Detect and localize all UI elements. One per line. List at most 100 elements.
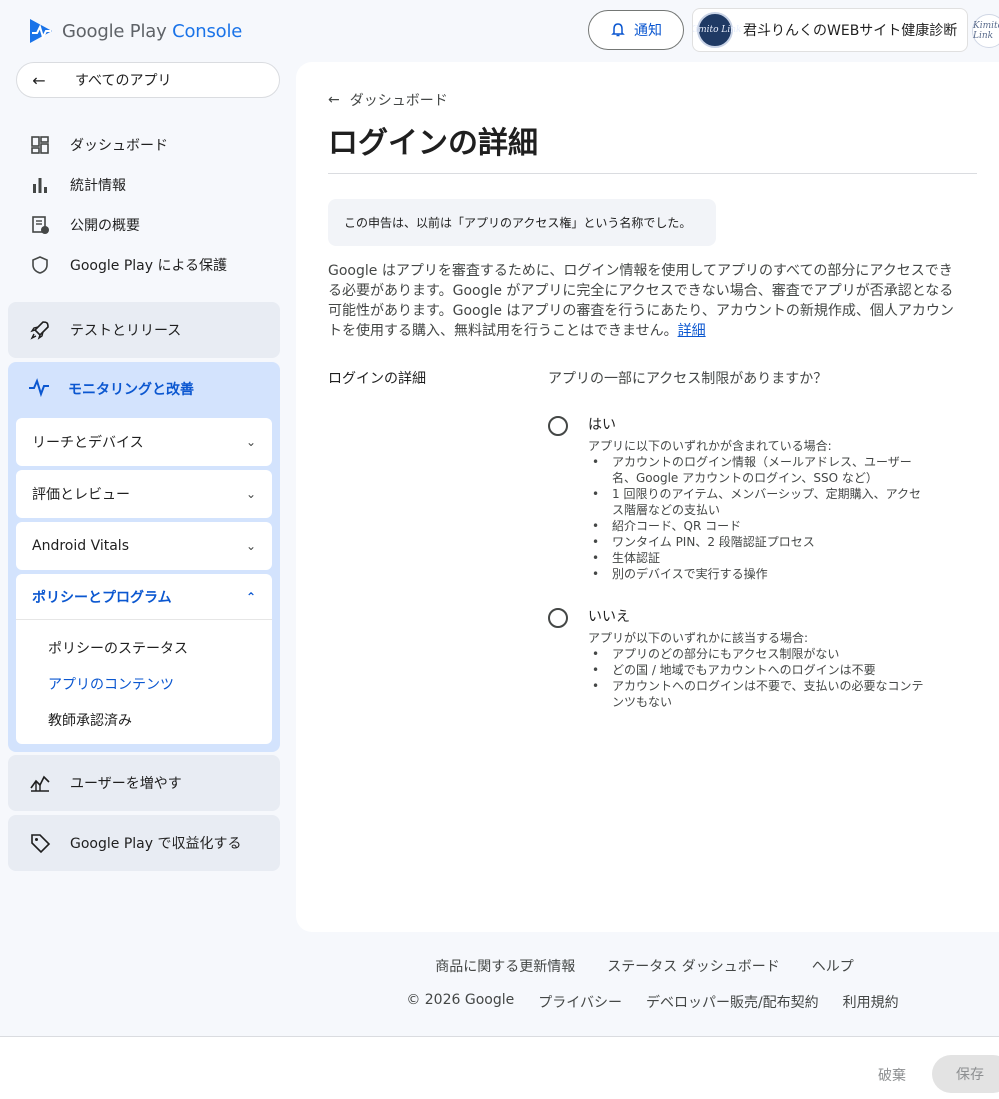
notifications-label: 通知 [634,23,662,39]
list-item: アプリのどの部分にもアクセス制限がない [588,646,928,662]
bell-icon [611,23,625,37]
publish-overview-icon [28,213,52,237]
option-no: いいえ アプリが以下のいずれかに該当する場合: アプリのどの部分にもアクセス制限… [548,606,928,710]
sidebar-item-label: リーチとデバイス [32,435,144,451]
arrow-left-icon: ← [328,92,340,108]
policy-group-header[interactable]: ポリシーとプログラム ⌃ [16,574,272,620]
shield-icon [28,253,52,277]
growth-icon [28,771,52,795]
chevron-up-icon: ⌃ [245,589,256,604]
sidebar-item-label: 公開の概要 [70,218,140,234]
monitor-section-header[interactable]: モニタリングと改善 [28,376,194,402]
chevron-down-icon: ⌄ [245,487,256,501]
option-list: アカウントのログイン情報（メールアドレス、ユーザー名、Google アカウントの… [588,454,928,582]
list-item: ワンタイム PIN、2 段階認証プロセス [588,534,928,550]
notice-banner: この申告は、以前は「アプリのアクセス権」という名称でした。 [328,199,716,246]
field-label: ログインの詳細 [328,371,426,387]
sidebar-item-teacher-approved[interactable]: 教師承認済み [48,710,132,730]
all-apps-button[interactable]: ← すべてのアプリ [16,62,280,98]
radio-yes[interactable] [548,416,568,436]
sidebar-item-label: ダッシュボード [70,138,168,154]
list-item: アカウントへのログインは不要で、支払いの必要なコンテンツもない [588,678,928,710]
tag-icon [28,831,52,855]
user-avatar[interactable]: Kimito Link [972,14,999,48]
copyright: © 2026 Google [406,992,515,1008]
sidebar-section-test-release[interactable]: テストとリリース [8,302,280,358]
option-subtitle: アプリが以下のいずれかに該当する場合: [588,631,809,645]
save-button[interactable]: 保存 [932,1055,999,1093]
sidebar-item-app-content[interactable]: アプリのコンテンツ [48,674,174,694]
main-content-card: ← ダッシュボード ログインの詳細 この申告は、以前は「アプリのアクセス権」とい… [296,62,999,932]
chevron-down-icon: ⌄ [245,539,256,553]
breadcrumb-label: ダッシュボード [349,93,448,109]
section-label: モニタリングと改善 [68,382,194,398]
dashboard-icon [28,133,52,157]
pulse-icon [28,376,50,402]
sidebar-section-grow-users[interactable]: ユーザーを増やす [8,755,280,811]
sidebar-item-label: Android Vitals [32,538,129,554]
account-avatar: Kimito Link [693,12,742,48]
footer-link-updates[interactable]: 商品に関する更新情報 [435,956,575,976]
option-yes-content: はい アプリに以下のいずれかが含まれている場合: アカウントのログイン情報（メー… [588,414,928,582]
logo-text: Google Play Console [62,20,243,42]
notice-text: この申告は、以前は「アプリのアクセス権」という名称でした。 [344,216,692,230]
section-label: ユーザーを増やす [70,776,182,792]
sidebar-item-publishing-overview[interactable]: 公開の概要 [20,207,280,243]
all-apps-label: すべてのアプリ [75,73,172,89]
bar-chart-icon [28,173,52,197]
footer-link-dda[interactable]: デベロッパー販売/配布契約 [646,992,819,1012]
list-item: 生体認証 [588,550,928,566]
list-item: 1 回限りのアイテム、メンバーシップ、定期購入、アクセス階層などの支払い [588,486,928,518]
chevron-down-icon: ⌄ [245,435,256,449]
option-no-content: いいえ アプリが以下のいずれかに該当する場合: アプリのどの部分にもアクセス制限… [588,606,928,710]
sidebar-item-reach-devices[interactable]: リーチとデバイス ⌄ [16,418,272,466]
learn-more-link[interactable]: 詳細 [678,323,706,339]
sidebar-section-monetize[interactable]: Google Play で収益化する [8,815,280,871]
arrow-left-icon: ← [32,70,46,90]
page-title: ログインの詳細 [328,126,538,161]
option-title[interactable]: はい [588,414,928,434]
page-description: Google はアプリを審査するために、ログイン情報を使用してアプリのすべての部… [328,261,958,341]
list-item: 紹介コード、QR コード [588,518,928,534]
sidebar-item-label: 統計情報 [70,178,126,194]
sidebar-item-label: ポリシーとプログラム [32,589,172,606]
access-restriction-question: アプリの一部にアクセス制限がありますか？ [548,371,828,387]
sidebar-group-policy: ポリシーとプログラム ⌃ ポリシーのステータス アプリのコンテンツ 教師承認済み [16,574,272,744]
title-divider [328,173,977,174]
sidebar-item-label: 評価とレビュー [32,487,130,503]
sidebar-section-monitor: モニタリングと改善 リーチとデバイス ⌄ 評価とレビュー ⌄ Android V… [8,362,280,752]
footer-link-help[interactable]: ヘルプ [812,956,854,976]
list-item: 別のデバイスで実行する操作 [588,566,928,582]
radio-no[interactable] [548,608,568,628]
sidebar-item-ratings-reviews[interactable]: 評価とレビュー ⌄ [16,470,272,518]
footer-link-terms[interactable]: 利用規約 [843,992,899,1012]
breadcrumb[interactable]: ← ダッシュボード [328,90,448,110]
play-console-logo-icon [30,19,52,43]
notifications-button[interactable]: 通知 [588,10,684,50]
action-bar: 破棄 保存 [0,1036,999,1099]
sidebar-item-policy-status[interactable]: ポリシーのステータス [48,638,188,658]
list-item: アカウントのログイン情報（メールアドレス、ユーザー名、Google アカウントの… [588,454,928,486]
description-text: Google はアプリを審査するために、ログイン情報を使用してアプリのすべての部… [328,263,954,339]
sidebar-item-dashboard[interactable]: ダッシュボード [20,127,280,163]
option-title[interactable]: いいえ [588,606,928,626]
discard-button[interactable]: 破棄 [878,1065,906,1085]
list-item: どの国 / 地域でもアカウントへのログインは不要 [588,662,928,678]
footer-link-privacy[interactable]: プライバシー [538,992,622,1012]
sidebar-item-android-vitals[interactable]: Android Vitals ⌄ [16,522,272,570]
sidebar-item-label: Google Play による保護 [70,258,228,274]
sidebar-item-play-protect[interactable]: Google Play による保護 [20,247,280,283]
section-label: Google Play で収益化する [70,836,242,852]
section-label: テストとリリース [70,323,182,339]
option-list: アプリのどの部分にもアクセス制限がない どの国 / 地域でもアカウントへのログイ… [588,646,928,710]
option-yes: はい アプリに以下のいずれかが含まれている場合: アカウントのログイン情報（メー… [548,414,928,582]
developer-account-chip[interactable]: Kimito Link 君斗りんくのWEBサイト健康診断 [692,8,968,52]
option-subtitle: アプリに以下のいずれかが含まれている場合: [588,439,832,453]
sidebar-item-statistics[interactable]: 統計情報 [20,167,280,203]
footer-legal: © 2026 Google プライバシー デベロッパー販売/配布契約 利用規約 [0,992,999,1012]
footer-links: 商品に関する更新情報 ステータス ダッシュボード ヘルプ [0,956,999,976]
account-name: 君斗りんくのWEBサイト健康診断 [743,23,958,39]
rocket-icon [28,318,52,342]
footer-link-status[interactable]: ステータス ダッシュボード [607,956,779,976]
play-console-logo[interactable]: Google Play Console [28,16,242,46]
